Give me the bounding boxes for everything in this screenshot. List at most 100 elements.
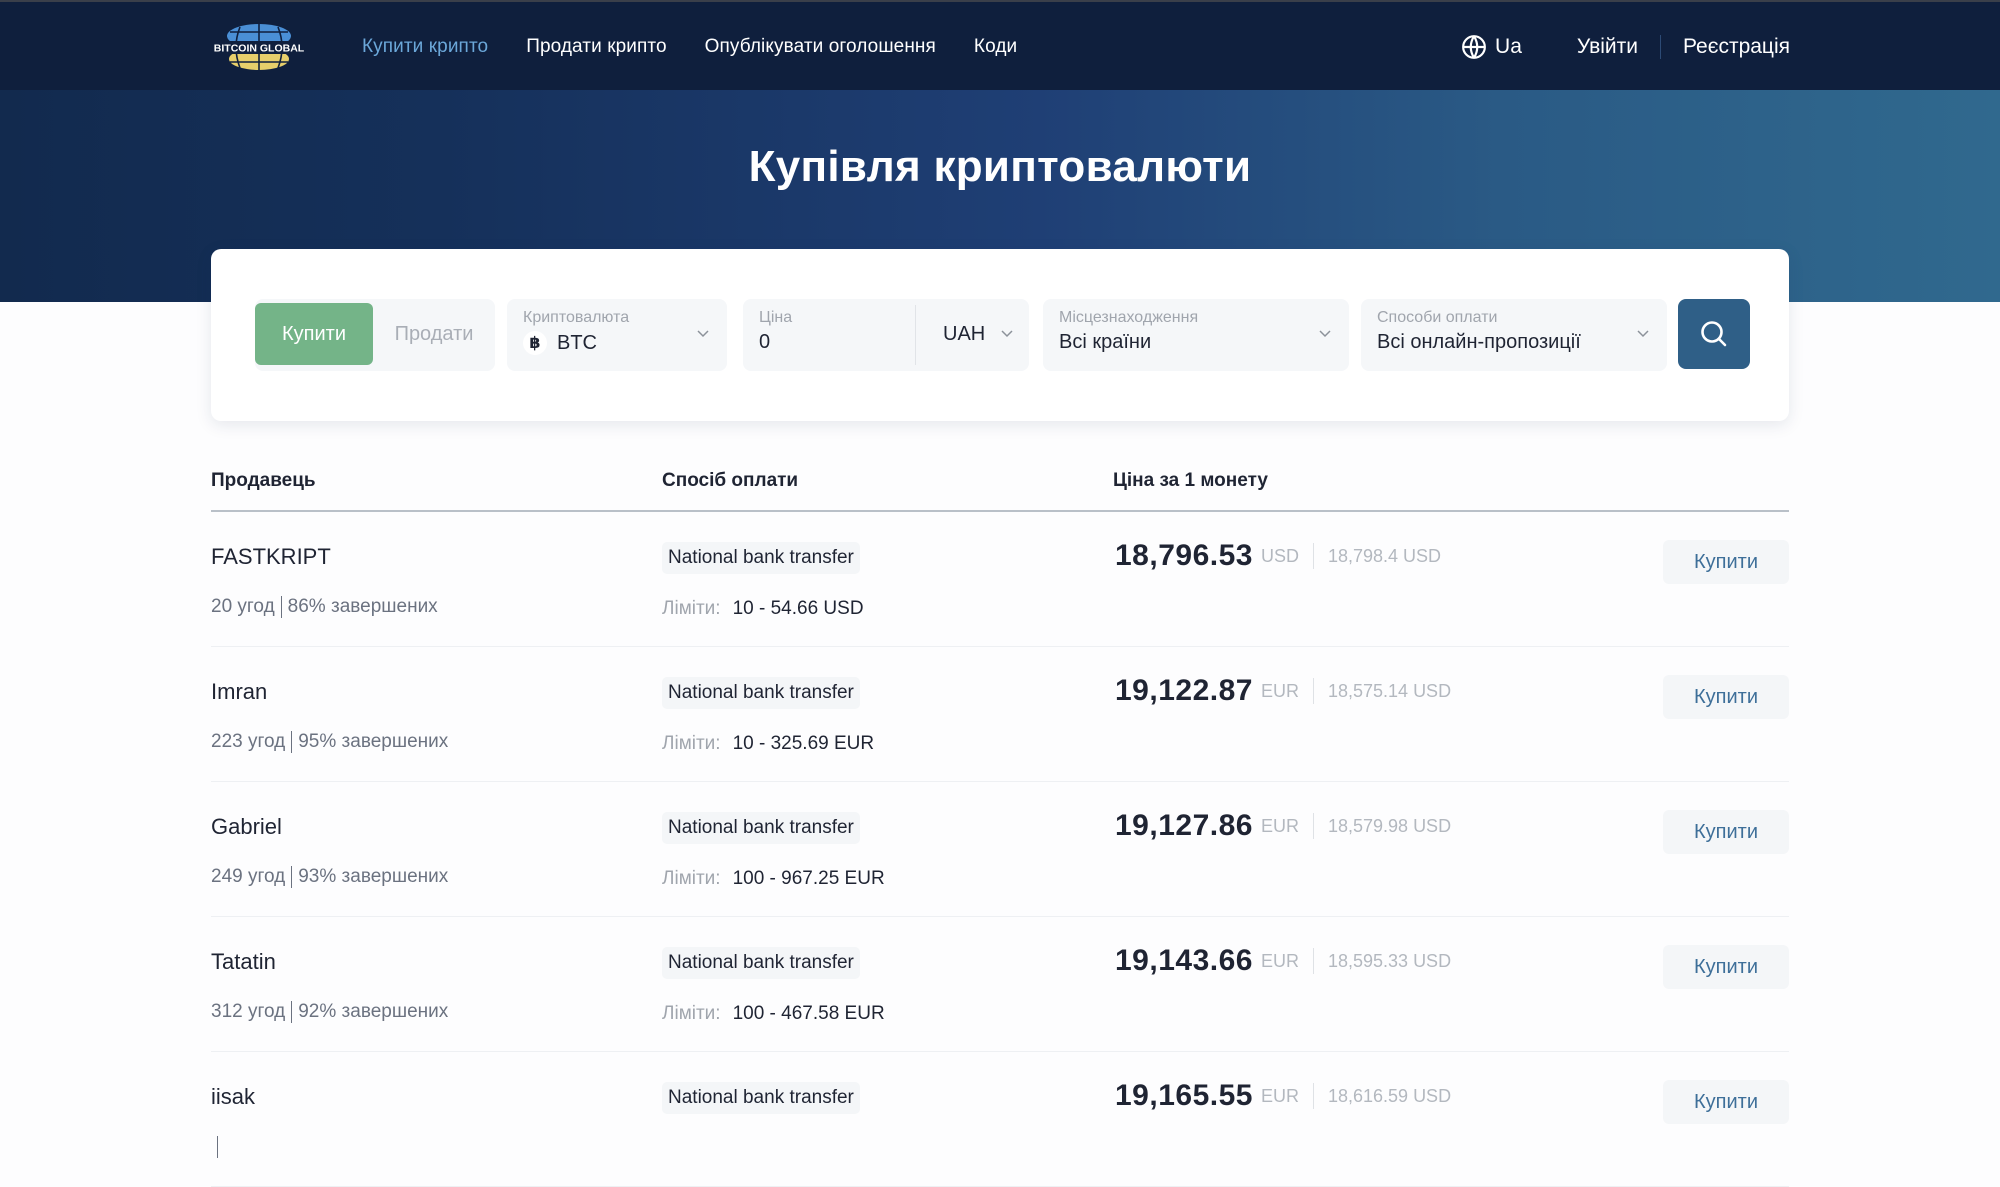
table-row: Imran 223 угод 95% завершених National b…: [211, 647, 1789, 782]
completion-rate: 93% завершених: [298, 866, 449, 887]
nav-buy-crypto[interactable]: Купити крипто: [362, 36, 488, 58]
globe-logo-icon: BITCOIN GLOBAL: [210, 24, 308, 70]
language-selector[interactable]: Ua: [1461, 34, 1522, 60]
seller-name[interactable]: Imran: [211, 679, 267, 705]
price-block: 19,165.55 EUR 18,616.59 USD: [1115, 1079, 1451, 1113]
buy-sell-toggle: Купити Продати: [255, 299, 495, 371]
price-value: 19,143.66: [1115, 944, 1253, 977]
deals-count: 20 угод: [211, 596, 275, 617]
table-row: iisak National bank transfer Ліміти: 19,…: [211, 1052, 1789, 1187]
bitcoin-global-logo[interactable]: BITCOIN GLOBAL: [210, 22, 308, 72]
price-currency: EUR: [1260, 1085, 1299, 1106]
deals-count: 223 угод: [211, 731, 286, 752]
seller-name[interactable]: Gabriel: [211, 814, 282, 840]
table-row: FASTKRIPT 20 угод 86% завершених Nationa…: [211, 512, 1789, 647]
price-divider: [1312, 543, 1314, 569]
stats-divider: [291, 731, 293, 753]
price-block: 19,122.87 EUR 18,575.14 USD: [1115, 674, 1451, 708]
table-header: Продавець Спосіб оплати Ціна за 1 монету: [211, 460, 1789, 512]
table-body: FASTKRIPT 20 угод 86% завершених Nationa…: [211, 512, 1789, 1187]
table-row: Tatatin 312 угод 92% завершених National…: [211, 917, 1789, 1052]
main-nav: Купити крипто Продати крипто Опублікуват…: [362, 2, 1055, 92]
limits-label: Ліміти:: [662, 1003, 721, 1024]
chevron-down-icon: [1317, 325, 1333, 341]
seller-stats: 249 угод 93% завершених: [211, 866, 448, 888]
location-select[interactable]: Місцезнаходження Всі країни: [1043, 299, 1349, 371]
trade-limits: Ліміти: 100 - 967.25 EUR: [662, 868, 885, 890]
account-nav: Ua Увійти Реєстрація: [1461, 2, 1790, 92]
price-usd-equivalent: 18,579.98 USD: [1327, 815, 1452, 836]
price-usd-equivalent: 18,798.4 USD: [1327, 545, 1442, 566]
seller-name[interactable]: Tatatin: [211, 949, 276, 975]
nav-divider: [1659, 35, 1661, 59]
price-divider: [1312, 1083, 1314, 1109]
payment-method-tag: National bank transfer: [662, 1082, 860, 1114]
register-link[interactable]: Реєстрація: [1683, 35, 1790, 59]
nav-sell-crypto[interactable]: Продати крипто: [526, 36, 666, 58]
buy-offer-button[interactable]: Купити: [1663, 1080, 1789, 1124]
trade-limits: Ліміти: 10 - 54.66 USD: [662, 598, 864, 620]
nav-post-ad[interactable]: Опублікувати оголошення: [705, 36, 936, 58]
crypto-select-label: Криптовалюта: [523, 309, 630, 326]
completion-rate: 86% завершених: [287, 596, 438, 617]
payment-method-tag: National bank transfer: [662, 812, 860, 844]
header-seller: Продавець: [211, 470, 316, 491]
chevron-down-icon: [1635, 325, 1651, 341]
deals-count: 249 угод: [211, 866, 286, 887]
location-select-value: Всі країни: [1059, 331, 1152, 353]
crypto-select[interactable]: Криптовалюта ฿ BTC: [507, 299, 727, 371]
price-currency: EUR: [1260, 815, 1299, 836]
price-value: 18,796.53: [1115, 539, 1253, 572]
price-currency-select[interactable]: UAH: [943, 323, 985, 346]
seller-stats: 223 угод 95% завершених: [211, 731, 448, 753]
limits-value: 10 - 54.66 USD: [732, 598, 864, 619]
price-usd-equivalent: 18,595.33 USD: [1327, 950, 1452, 971]
seller-name[interactable]: iisak: [211, 1084, 255, 1110]
price-block: 19,143.66 EUR 18,595.33 USD: [1115, 944, 1451, 978]
top-navbar: BITCOIN GLOBAL Купити крипто Продати кри…: [0, 0, 2000, 90]
price-usd-equivalent: 18,616.59 USD: [1327, 1085, 1452, 1106]
payment-select-value: Всі онлайн-пропозиції: [1377, 331, 1581, 353]
limits-label: Ліміти:: [662, 598, 721, 619]
limits-label: Ліміти:: [662, 868, 721, 889]
nav-codes[interactable]: Коди: [974, 36, 1017, 58]
trade-limits: Ліміти: 10 - 325.69 EUR: [662, 733, 874, 755]
limits-value: 10 - 325.69 EUR: [732, 733, 875, 754]
buy-offer-button[interactable]: Купити: [1663, 945, 1789, 989]
location-select-label: Місцезнаходження: [1059, 309, 1199, 326]
payment-method-tag: National bank transfer: [662, 542, 860, 574]
seller-name[interactable]: FASTKRIPT: [211, 544, 331, 570]
search-icon: [1701, 321, 1727, 347]
buy-offer-button[interactable]: Купити: [1663, 675, 1789, 719]
buy-offer-button[interactable]: Купити: [1663, 540, 1789, 584]
price-divider: [915, 305, 916, 365]
seller-stats: [211, 1136, 224, 1158]
completion-rate: 95% завершених: [298, 731, 449, 752]
price-input[interactable]: 0: [759, 331, 770, 354]
price-block: 18,796.53 USD 18,798.4 USD: [1115, 539, 1441, 573]
chevron-down-icon: [999, 325, 1015, 341]
sell-toggle-button[interactable]: Продати: [373, 303, 495, 365]
header-payment: Спосіб оплати: [662, 470, 799, 491]
payment-method-select[interactable]: Способи оплати Всі онлайн-пропозиції: [1361, 299, 1667, 371]
payment-method-tag: National bank transfer: [662, 947, 860, 979]
offers-table: Продавець Спосіб оплати Ціна за 1 монету…: [211, 460, 1789, 1187]
login-link[interactable]: Увійти: [1577, 35, 1638, 59]
chevron-down-icon: [695, 325, 711, 341]
table-row: Gabriel 249 угод 93% завершених National…: [211, 782, 1789, 917]
header-price: Ціна за 1 монету: [1113, 470, 1268, 491]
price-currency: EUR: [1260, 680, 1299, 701]
search-button[interactable]: [1678, 299, 1750, 369]
price-usd-equivalent: 18,575.14 USD: [1327, 680, 1452, 701]
page-title: Купівля криптовалюти: [748, 142, 1252, 191]
price-currency: USD: [1260, 545, 1299, 566]
price-field-label: Ціна: [759, 309, 793, 326]
buy-toggle-button[interactable]: Купити: [255, 303, 373, 365]
buy-offer-button[interactable]: Купити: [1663, 810, 1789, 854]
seller-stats: 312 угод 92% завершених: [211, 1001, 448, 1023]
price-currency: EUR: [1260, 950, 1299, 971]
limits-label: Ліміти:: [662, 733, 721, 754]
payment-method-tag: National bank transfer: [662, 677, 860, 709]
price-value: 19,127.86: [1115, 809, 1253, 842]
price-block: 19,127.86 EUR 18,579.98 USD: [1115, 809, 1451, 843]
